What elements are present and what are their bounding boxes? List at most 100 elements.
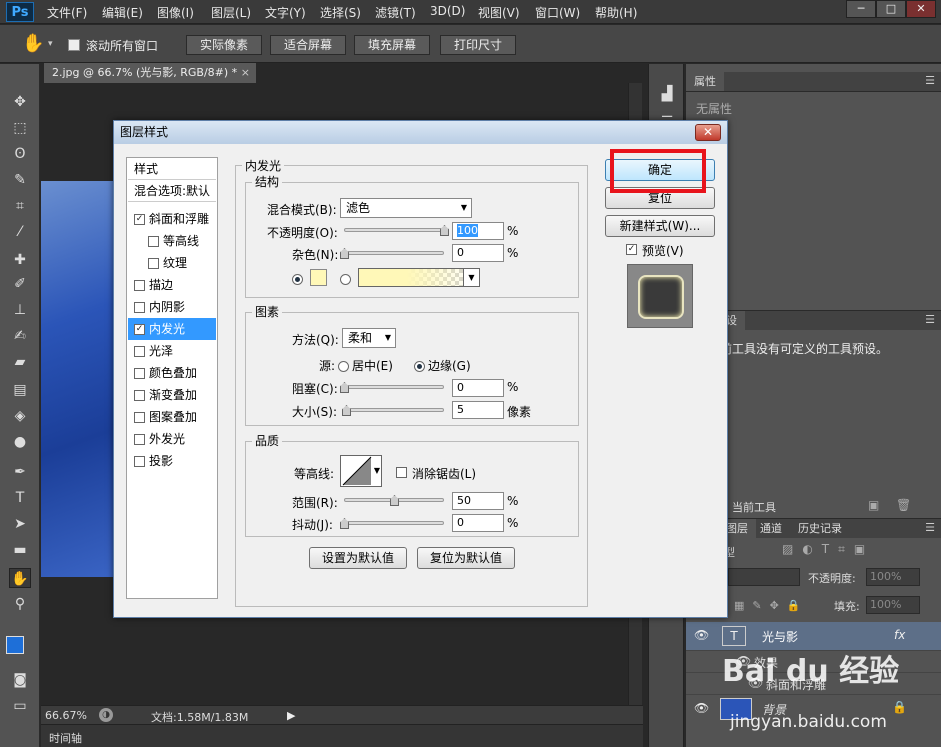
style-item[interactable]: 描边: [128, 274, 216, 296]
size-slider[interactable]: [344, 408, 444, 412]
style-checkbox[interactable]: [134, 368, 145, 379]
menu-layer[interactable]: 图层(L): [211, 4, 251, 21]
jitter-slider[interactable]: [344, 521, 444, 525]
healing-brush-tool-icon[interactable]: ✚: [9, 250, 31, 270]
glow-gradient-picker[interactable]: ▼: [358, 268, 480, 287]
menu-3d[interactable]: 3D(D): [430, 4, 465, 18]
tab-properties[interactable]: 属性: [686, 72, 724, 91]
style-item[interactable]: 外发光: [128, 428, 216, 450]
style-item[interactable]: ✓ 斜面和浮雕: [128, 208, 216, 230]
delete-preset-icon[interactable]: 🗑: [896, 498, 911, 512]
style-checkbox[interactable]: [148, 236, 159, 247]
glow-color-swatch[interactable]: [310, 269, 327, 286]
style-checkbox[interactable]: [148, 258, 159, 269]
solid-color-radio[interactable]: [292, 272, 303, 286]
size-input[interactable]: 5: [452, 401, 504, 419]
layer-lock-icons[interactable]: ▦✎✥🔒: [734, 599, 809, 612]
dodge-tool-icon[interactable]: ●: [9, 432, 31, 452]
hand-tool-active-icon[interactable]: ✋: [9, 568, 31, 588]
layer-filter-icons[interactable]: ▨◐T⌗▣: [782, 542, 874, 557]
status-info-icon[interactable]: ◑: [99, 708, 113, 722]
make-default-button[interactable]: 设置为默认值: [309, 547, 407, 569]
pen-tool-icon[interactable]: ✒: [9, 462, 31, 482]
document-tab-close-icon[interactable]: ×: [241, 63, 250, 83]
history-panel-icon[interactable]: ▟: [658, 86, 676, 104]
tab-history[interactable]: 历史记录: [790, 519, 850, 538]
dialog-title-bar[interactable]: 图层样式 ✕: [114, 121, 727, 144]
choke-input[interactable]: 0: [452, 379, 504, 397]
style-item[interactable]: 纹理: [128, 252, 216, 274]
range-input[interactable]: 50: [452, 492, 504, 510]
move-tool-icon[interactable]: ✥: [9, 92, 31, 112]
noise-input[interactable]: 0: [452, 244, 504, 262]
blend-mode-select[interactable]: [728, 568, 800, 586]
panel-menu-icon[interactable]: ☰: [925, 74, 935, 87]
hand-tool-icon[interactable]: ✋: [22, 33, 44, 54]
crop-tool-icon[interactable]: ⌗: [9, 196, 31, 216]
blend-options-item[interactable]: 混合选项:默认: [128, 180, 216, 202]
menu-edit[interactable]: 编辑(E): [102, 4, 143, 21]
eyedropper-tool-icon[interactable]: ⁄: [9, 222, 31, 242]
close-window-button[interactable]: ✕: [906, 0, 936, 18]
screen-mode-icon[interactable]: ▭: [9, 696, 31, 716]
background-eye-icon[interactable]: 👁: [694, 701, 709, 715]
style-checkbox[interactable]: [134, 280, 145, 291]
technique-select[interactable]: 柔和: [342, 328, 396, 348]
fill-screen-button[interactable]: 填充屏幕: [354, 35, 430, 55]
print-size-button[interactable]: 打印尺寸: [440, 35, 516, 55]
style-item[interactable]: ✓ 内发光: [128, 318, 216, 340]
shape-tool-icon[interactable]: ▬: [9, 540, 31, 560]
history-brush-tool-icon[interactable]: ✍: [9, 326, 31, 346]
gradient-dropdown-icon[interactable]: ▼: [463, 269, 479, 286]
zoom-level[interactable]: 66.67%: [45, 709, 87, 722]
blur-tool-icon[interactable]: ◈: [9, 406, 31, 426]
antialias-checkbox[interactable]: [396, 465, 411, 479]
noise-slider[interactable]: [344, 251, 444, 255]
fit-screen-button[interactable]: 适合屏幕: [270, 35, 346, 55]
path-select-tool-icon[interactable]: ➤: [9, 514, 31, 534]
layers-menu-icon[interactable]: ☰: [925, 521, 935, 534]
gradient-radio[interactable]: [340, 272, 351, 286]
opacity-slider[interactable]: [344, 228, 444, 232]
menu-select[interactable]: 选择(S): [320, 4, 361, 21]
style-item[interactable]: 图案叠加: [128, 406, 216, 428]
choke-slider[interactable]: [344, 385, 444, 389]
style-checkbox[interactable]: [134, 412, 145, 423]
preview-checkbox[interactable]: ✓: [626, 242, 641, 256]
style-checkbox[interactable]: ✓: [134, 324, 145, 335]
style-item[interactable]: 渐变叠加: [128, 384, 216, 406]
style-header[interactable]: 样式: [128, 158, 216, 180]
dialog-close-button[interactable]: ✕: [695, 124, 721, 141]
menu-image[interactable]: 图像(I): [157, 4, 194, 21]
layer-opacity-input[interactable]: 100%: [866, 568, 920, 586]
tab-channels[interactable]: 通道: [752, 519, 790, 538]
actual-pixels-button[interactable]: 实际像素: [186, 35, 262, 55]
gradient-tool-icon[interactable]: ▤: [9, 380, 31, 400]
menu-file[interactable]: 文件(F): [47, 4, 87, 21]
contour-dropdown-icon[interactable]: ▼: [374, 466, 380, 475]
contour-picker[interactable]: ▼: [340, 455, 382, 487]
marquee-tool-icon[interactable]: ⬚: [9, 118, 31, 138]
layer-fill-input[interactable]: 100%: [866, 596, 920, 614]
menu-view[interactable]: 视图(V): [478, 4, 520, 21]
style-item[interactable]: 等高线: [128, 230, 216, 252]
menu-filter[interactable]: 滤镜(T): [375, 4, 416, 21]
style-checkbox[interactable]: [134, 456, 145, 467]
zoom-tool-icon[interactable]: ⚲: [9, 594, 31, 614]
inner-glow-blend-mode-select[interactable]: 滤色: [340, 198, 472, 218]
lasso-tool-icon[interactable]: ʘ: [9, 144, 31, 164]
stamp-tool-icon[interactable]: ⊥: [9, 300, 31, 320]
eraser-tool-icon[interactable]: ▰: [9, 352, 31, 372]
source-edge-radio[interactable]: [414, 359, 425, 373]
maximize-button[interactable]: □: [876, 0, 906, 18]
minimize-button[interactable]: ─: [846, 0, 876, 18]
foreground-color-swatch[interactable]: [6, 636, 24, 654]
style-checkbox[interactable]: [134, 390, 145, 401]
document-tab[interactable]: 2.jpg @ 66.7% (光与影, RGB/8#) * ×: [44, 63, 256, 83]
opacity-input[interactable]: 100: [452, 222, 504, 240]
style-item[interactable]: 光泽: [128, 340, 216, 362]
menu-window[interactable]: 窗口(W): [535, 4, 580, 21]
style-item[interactable]: 内阴影: [128, 296, 216, 318]
style-checkbox[interactable]: [134, 302, 145, 313]
type-tool-icon[interactable]: T: [9, 488, 31, 508]
